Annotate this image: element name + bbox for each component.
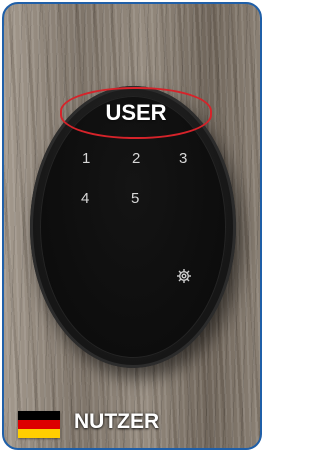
german-flag-icon [18, 411, 60, 438]
keypad-key-3[interactable]: 3 [179, 150, 187, 167]
keypad-key-5[interactable]: 5 [131, 190, 139, 207]
gear-icon[interactable] [176, 268, 192, 284]
keypad-key-2[interactable]: 2 [132, 150, 140, 167]
keypad-key-4[interactable]: 4 [81, 190, 89, 207]
keypad-key-1[interactable]: 1 [82, 150, 90, 167]
user-label: USER [105, 100, 167, 125]
caption-label: NUTZER [74, 410, 160, 433]
